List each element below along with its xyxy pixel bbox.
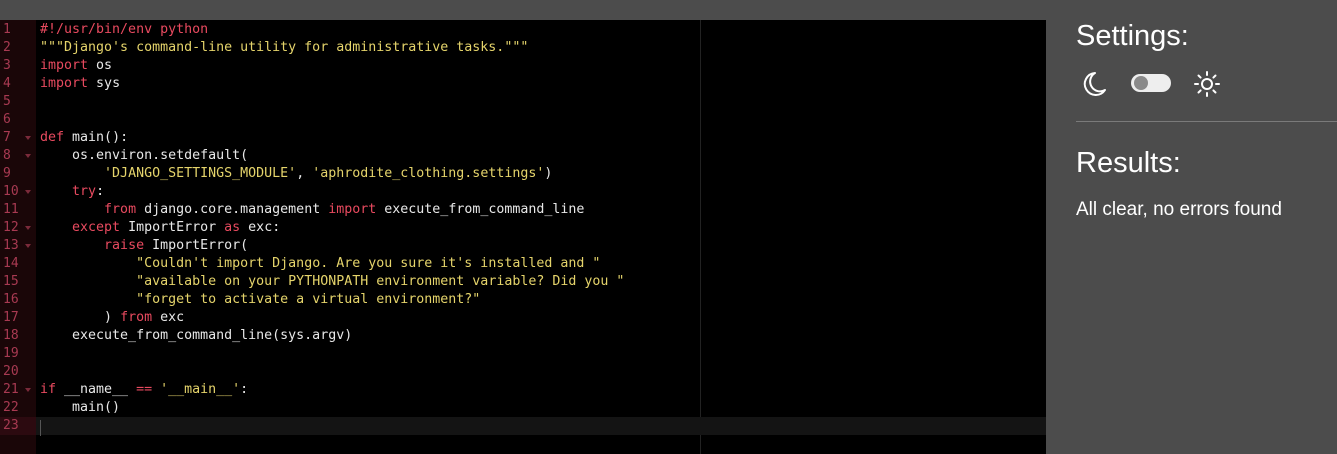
code-text: os.environ.setdefault( <box>40 148 249 163</box>
side-panel: Settings: Results: All clear, no errors … <box>1046 0 1337 454</box>
code-text: "Couldn't import Django. Are you sure it… <box>136 256 601 271</box>
code-editor[interactable]: 1 #!/usr/bin/env python 2 """Django's comma… <box>0 20 1046 454</box>
line-number: 6 <box>3 112 11 127</box>
code-line[interactable]: 4 import sys <box>0 75 1046 93</box>
code-line[interactable]: 17 ) from exc <box>0 309 1046 327</box>
fold-arrow-icon[interactable] <box>25 244 31 248</box>
code-text: ) from exc <box>40 310 185 325</box>
code-line[interactable]: 20 <box>0 363 1046 381</box>
line-number: 20 <box>3 364 19 379</box>
line-number: 5 <box>3 94 11 109</box>
code-text: 'DJANGO_SETTINGS_MODULE', 'aphrodite_clo… <box>104 166 553 181</box>
results-title: Results: <box>1076 147 1181 179</box>
code-text: from django.core.management import execu… <box>104 202 585 217</box>
code-line[interactable]: 12 except ImportError as exc: <box>0 219 1046 237</box>
fold-arrow-icon[interactable] <box>25 190 31 194</box>
line-number: 16 <box>3 292 19 307</box>
line-number: 2 <box>3 40 11 55</box>
moon-icon <box>1081 70 1107 103</box>
code-line[interactable]: 5 <box>0 93 1046 111</box>
code-text: execute_from_command_line(sys.argv) <box>40 328 353 343</box>
code-text: import os <box>40 58 113 73</box>
line-number: 18 <box>3 328 19 343</box>
line-number: 22 <box>3 400 19 415</box>
fold-arrow-icon[interactable] <box>25 388 31 392</box>
code-text: raise ImportError( <box>104 238 249 253</box>
line-number: 1 <box>3 22 11 37</box>
code-line[interactable]: 10 try: <box>0 183 1046 201</box>
code-text: "forget to activate a virtual environmen… <box>136 292 481 307</box>
code-line[interactable]: 14 "Couldn't import Django. Are you sure… <box>0 255 1046 273</box>
line-number: 23 <box>0 417 36 435</box>
code-text: except ImportError as exc: <box>72 220 281 235</box>
code-text: if __name__ == '__main__': <box>40 382 249 397</box>
code-line[interactable]: 1 #!/usr/bin/env python <box>0 21 1046 39</box>
code-line[interactable]: 23 <box>0 417 1046 435</box>
code-line[interactable]: 13 raise ImportError( <box>0 237 1046 255</box>
fold-arrow-icon[interactable] <box>25 154 31 158</box>
settings-title: Settings: <box>1076 20 1189 52</box>
code-text: try: <box>72 184 105 199</box>
code-line[interactable]: 22 main() <box>0 399 1046 417</box>
theme-toggle-row <box>1081 70 1221 98</box>
line-number: 14 <box>3 256 19 271</box>
fold-arrow-icon[interactable] <box>25 136 31 140</box>
code-line[interactable]: 19 <box>0 345 1046 363</box>
code-line[interactable]: 21 if __name__ == '__main__': <box>0 381 1046 399</box>
code-line[interactable]: 3 import os <box>0 57 1046 75</box>
code-line[interactable]: 18 execute_from_command_line(sys.argv) <box>0 327 1046 345</box>
code-line[interactable]: 6 <box>0 111 1046 129</box>
code-text: import sys <box>40 76 121 91</box>
code-text: def main(): <box>40 130 129 145</box>
code-line[interactable]: 15 "available on your PYTHONPATH environ… <box>0 273 1046 291</box>
fold-arrow-icon[interactable] <box>25 226 31 230</box>
code-text: """Django's command-line utility for adm… <box>40 40 529 55</box>
toggle-knob <box>1134 76 1148 90</box>
code-text: main() <box>40 400 121 415</box>
line-number: 11 <box>3 202 19 217</box>
code-text: #!/usr/bin/env python <box>40 22 209 37</box>
code-line[interactable]: 16 "forget to activate a virtual environ… <box>0 291 1046 309</box>
code-lines[interactable]: 1 #!/usr/bin/env python 2 """Django's comma… <box>0 21 1046 435</box>
line-number: 9 <box>3 166 11 181</box>
sun-icon <box>1193 70 1221 103</box>
line-number: 4 <box>3 76 11 91</box>
line-number: 15 <box>3 274 19 289</box>
code-line[interactable]: 9 'DJANGO_SETTINGS_MODULE', 'aphrodite_c… <box>0 165 1046 183</box>
code-line[interactable]: 8 os.environ.setdefault( <box>0 147 1046 165</box>
line-number: 3 <box>3 58 11 73</box>
code-line[interactable]: 2 """Django's command-line utility for ad… <box>0 39 1046 57</box>
code-text: "available on your PYTHONPATH environmen… <box>136 274 625 289</box>
panel-divider <box>1076 121 1337 122</box>
code-line[interactable]: 11 from django.core.management import ex… <box>0 201 1046 219</box>
line-number: 19 <box>3 346 19 361</box>
theme-toggle-switch[interactable] <box>1131 74 1171 92</box>
line-number: 17 <box>3 310 19 325</box>
results-message: All clear, no errors found <box>1076 199 1282 220</box>
code-line[interactable]: 7 def main(): <box>0 129 1046 147</box>
text-cursor <box>40 420 41 436</box>
